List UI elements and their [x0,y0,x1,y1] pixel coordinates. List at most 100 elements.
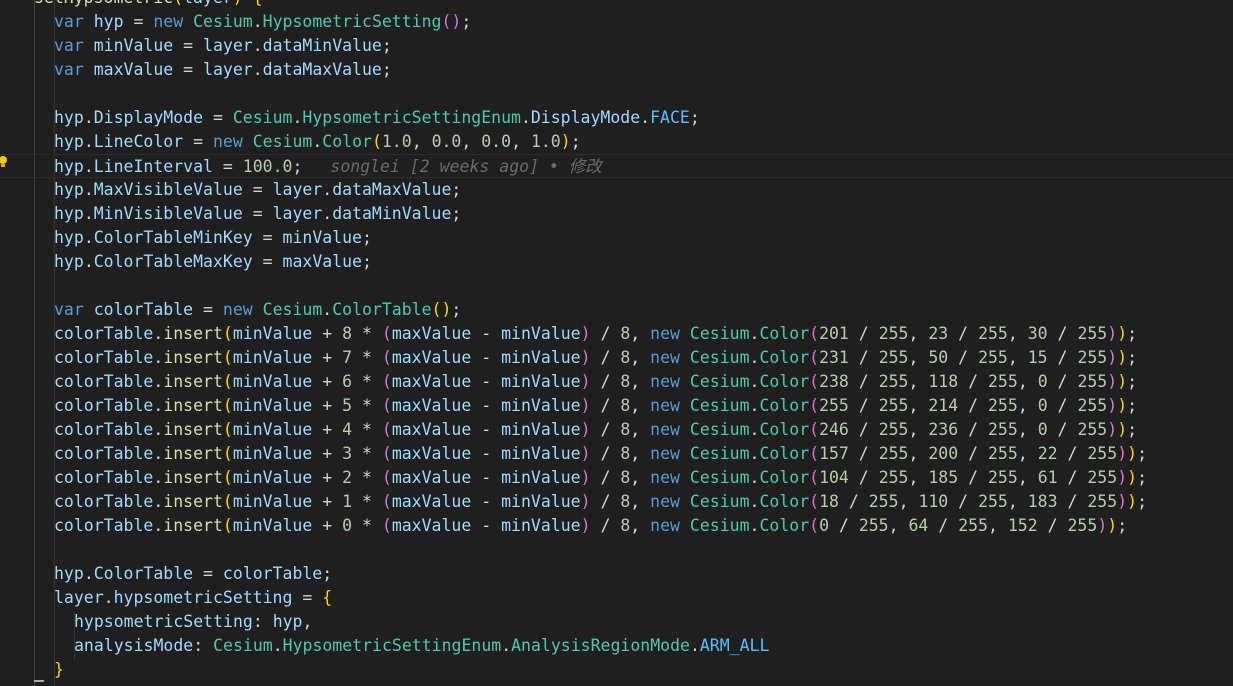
code-line[interactable]: colorTable.insert(minValue + 0 * (maxVal… [0,514,1127,538]
code-token: ; [461,12,472,31]
code-token: / [958,396,988,415]
code-token: 2 [342,468,353,487]
code-token: new [650,348,680,367]
code-token: 255 [878,324,909,343]
code-token: = [173,60,204,79]
code-token: 1.0 [530,132,561,151]
code-token: DisplayMode [530,108,641,127]
code-line[interactable]: colorTable.insert(minValue + 2 * (maxVal… [0,466,1147,490]
code-token: colorTable [54,396,154,415]
code-line[interactable]: colorTable.insert(minValue + 3 * (maxVal… [0,442,1147,466]
code-token: , [908,468,929,487]
code-token: . [153,444,164,463]
code-token: , [630,324,651,343]
code-line[interactable]: colorTable.insert(minValue + 6 * (maxVal… [0,370,1137,394]
code-token: colorTable [222,564,323,583]
code-line[interactable] [0,82,54,106]
code-token: 157 [819,444,849,463]
code-line[interactable]: colorTable.insert(minValue + 4 * (maxVal… [0,418,1137,442]
code-line[interactable]: } [0,658,64,682]
code-line[interactable]: hypsometricSetting: hyp, [0,610,312,634]
code-line[interactable]: colorTable.insert(minValue + 1 * (maxVal… [0,490,1147,514]
code-line[interactable]: layer.hypsometricSetting = { [0,586,332,610]
code-token: ( [222,468,233,487]
code-token: ; [1127,348,1138,367]
code-token: Cesium [689,396,750,415]
code-token: = [292,588,323,607]
code-line[interactable]: var colorTable = new Cesium.ColorTable()… [0,298,461,322]
code-line[interactable]: hyp.MaxVisibleValue = layer.dataMaxValue… [0,178,461,202]
code-token: ) [1127,468,1138,487]
code-token: 255 [1077,348,1108,367]
code-line[interactable]: hyp.ColorTableMinKey = minValue; [0,226,372,250]
code-editor[interactable]: setHypsometric(layer) {var hyp = new Ces… [0,0,1233,686]
code-token: colorTable [93,300,194,319]
code-token: . [153,324,164,343]
code-token: , [630,372,651,391]
code-token: new [212,132,243,151]
code-line[interactable]: hyp.LineColor = new Cesium.Color(1.0, 0.… [0,130,581,154]
code-line[interactable]: colorTable.insert(minValue + 5 * (maxVal… [0,394,1137,418]
code-line[interactable]: var hyp = new Cesium.HypsometricSetting(… [0,10,471,34]
code-token: minValue [232,492,313,511]
code-line[interactable]: colorTable.insert(minValue + 8 * (maxVal… [0,322,1137,346]
code-token: { [322,588,333,607]
code-token: minValue [501,372,581,391]
code-token: = [193,300,223,319]
code-token: 0.0 [481,132,512,151]
code-token: ; [570,132,581,151]
code-token: Cesium [689,492,750,511]
code-token: , [1017,372,1038,391]
code-token: ) [1107,420,1118,439]
code-token: hyp [54,204,84,223]
code-token: 255 [958,516,988,535]
code-token: Cesium [689,348,750,367]
code-token: * [352,492,382,511]
code-token: = [252,228,283,247]
code-line[interactable]: hyp.MinVisibleValue = layer.dataMinValue… [0,202,461,226]
code-token: 255 [978,492,1008,511]
code-token: 104 [819,468,849,487]
code-line[interactable] [0,274,54,298]
code-token: ( [381,444,392,463]
code-token: Cesium [689,372,750,391]
code-line[interactable]: hyp.DisplayMode = Cesium.HypsometricSett… [0,106,700,130]
code-token: minValue [501,420,581,439]
code-line-current[interactable]: hyp.LineInterval = 100.0; songlei [2 week… [0,154,1233,178]
code-token: ) [1107,324,1118,343]
code-token: dataMinValue [332,204,452,223]
code-token: . [83,132,94,151]
code-line[interactable] [0,538,54,562]
code-token: 255 [988,396,1018,415]
code-line[interactable]: setHypsometric(layer) { [0,0,263,10]
code-line[interactable]: analysisMode: Cesium.HypsometricSettingE… [0,634,769,658]
code-token: new [650,396,680,415]
code-token: 201 [819,324,849,343]
code-token: / [948,492,979,511]
code-token: / [848,444,879,463]
code-token: . [83,228,94,247]
code-token: colorTable [54,420,154,439]
code-token: * [352,372,382,391]
code-line[interactable]: var maxValue = layer.dataMaxValue; [0,58,392,82]
code-token: 64 [908,516,929,535]
code-token: minValue [232,468,313,487]
code-token: ; [1137,444,1147,463]
code-token: new [650,516,680,535]
code-token: Color [759,516,810,535]
code-token: ( [381,516,392,535]
code-line[interactable]: hyp.ColorTableMaxKey = maxValue; [0,250,372,274]
code-token: / [590,492,621,511]
code-line[interactable]: hyp.ColorTable = colorTable; [0,562,332,586]
code-token: . [153,516,164,535]
code-token: , [630,468,651,487]
code-line[interactable]: var minValue = layer.dataMinValue; [0,34,392,58]
code-token: . [83,252,94,271]
code-token: colorTable [54,516,154,535]
code-line[interactable]: colorTable.insert(minValue + 7 * (maxVal… [0,346,1137,370]
